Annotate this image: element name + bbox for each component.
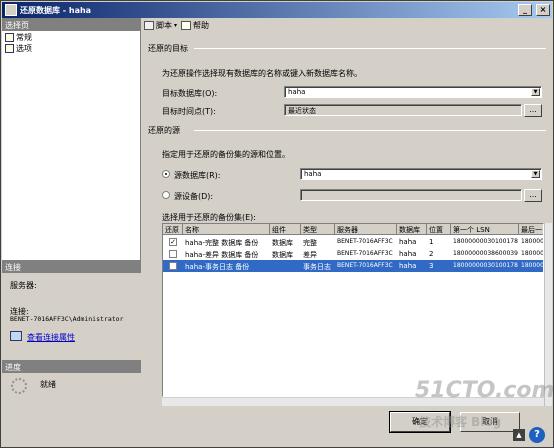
restore-checkbox[interactable] [169,262,177,270]
backup-sets-label: 选择用于还原的备份集(E): [162,213,256,222]
page-icon [5,44,14,53]
table-cell: haha [399,250,417,258]
column-header[interactable]: 数据库 [397,224,427,235]
table-cell: 2 [429,250,434,258]
help-label: 帮助 [193,20,210,30]
chevron-down-icon: ▾ [174,21,178,29]
from-device-field [300,189,522,201]
table-cell: BENET-7016AFF3C [337,262,393,269]
view-connection-properties-link[interactable]: 查看连接属性 [27,332,75,343]
table-cell: haha-完整 数据库 备份 [185,239,259,247]
connection-header: 连接 [2,260,141,273]
backup-sets-grid: 还原 名称 组件 类型 服务器 数据库 位置 第一个 LSN 最后一 ✓ hah… [162,223,544,397]
grip-icon: ▲ [513,429,525,441]
source-divider [194,130,546,131]
column-header[interactable]: 服务器 [335,224,397,235]
from-device-browse-button[interactable]: ... [524,189,542,202]
column-header[interactable]: 名称 [183,224,270,235]
chevron-down-icon[interactable]: ▼ [531,88,540,96]
script-icon [144,20,154,30]
toolbar: 脚本 ▾ 帮助 [142,18,553,32]
nav-item-options[interactable]: 选项 [5,43,32,54]
from-database-combo[interactable]: haha ▼ [300,168,542,180]
destination-description: 为还原操作选择现有数据库的名称或键入新数据库名称。 [162,69,362,78]
target-time-label: 目标时间点(T): [162,107,216,116]
table-cell [270,260,301,272]
progress-status: 就绪 [40,380,56,389]
help-circle-icon[interactable]: ? [529,427,545,443]
table-cell: 180000 [521,238,544,245]
target-time-value: 最近状态 [288,107,316,115]
restore-checkbox[interactable]: ✓ [169,238,177,246]
table-cell: 完整 [303,239,317,247]
connection-section: 连接 服务器: 连接: BENET-7016AFF3C\Administrato… [2,260,141,360]
close-button[interactable]: × [536,4,550,16]
from-device-label: 源设备(D): [174,192,214,201]
column-header[interactable]: 最后一 [519,224,543,235]
watermark-logo: 51CTO.com [415,378,554,403]
script-label: 脚本 [156,20,172,30]
progress-spinner-icon [11,378,27,394]
column-header[interactable]: 第一个 LSN [451,224,519,235]
destination-divider [194,48,546,49]
table-cell: 180000 [521,262,544,269]
table-cell: BENET-7016AFF3C [337,238,393,245]
table-cell: 18000000038600039 [453,250,518,257]
target-time-browse-button[interactable]: ... [524,104,542,117]
column-header[interactable]: 位置 [427,224,451,235]
table-cell: 3 [429,262,434,270]
table-cell: 差异 [303,251,317,259]
column-header[interactable]: 类型 [301,224,335,235]
target-database-combo[interactable]: haha ▼ [284,86,542,98]
table-cell: 事务日志 [303,263,331,271]
table-cell: 180000 [521,250,544,257]
table-cell: 1 [429,238,434,246]
connection-properties-icon [10,331,22,341]
page-icon [5,33,14,42]
progress-section: 进度 就绪 [2,360,141,447]
table-row[interactable]: haha-事务日志 备份 事务日志 BENET-7016AFF3C haha 3… [163,260,544,272]
restore-checkbox[interactable] [169,250,177,258]
table-cell: 18000000030100178 [453,262,518,269]
watermark-subtitle: 技术博客 Blog [419,415,502,429]
help-button[interactable]: 帮助 [181,20,209,31]
table-row[interactable]: haha-差异 数据库 备份 数据库 差异 BENET-7016AFF3C ha… [163,248,544,260]
column-header[interactable]: 还原 [163,224,183,235]
window-title: 还原数据库 - haha [20,6,92,15]
target-time-field: 最近状态 [284,104,522,116]
destination-group-label: 还原的目标 [148,44,188,53]
select-page-header: 选择页 [2,18,141,31]
nav-item-label: 常规 [16,33,32,42]
from-database-label: 源数据库(R): [174,171,221,180]
table-cell: 数据库 [272,239,293,247]
source-description: 指定用于还原的备份集的源和位置。 [162,150,290,159]
progress-header: 进度 [2,360,141,373]
chevron-down-icon[interactable]: ▼ [531,170,540,178]
table-cell: haha [399,262,417,270]
from-database-radio[interactable] [162,170,170,178]
server-label: 服务器: [10,281,37,290]
table-row[interactable]: ✓ haha-完整 数据库 备份 数据库 完整 BENET-7016AFF3C … [163,236,544,248]
connection-value: BENET-7016AFF3C\Administrator [10,315,124,323]
table-cell: haha-事务日志 备份 [185,263,250,271]
source-group-label: 还原的源 [148,126,180,135]
from-database-value: haha [304,170,322,178]
from-device-radio[interactable] [162,191,170,199]
script-button[interactable]: 脚本 ▾ [144,20,177,31]
nav-item-general[interactable]: 常规 [5,32,32,43]
table-cell: 数据库 [272,251,293,259]
database-app-icon [5,4,17,16]
title-bar[interactable]: 还原数据库 - haha _ × [2,2,552,18]
nav-item-label: 选项 [16,44,32,53]
table-cell: haha [399,238,417,246]
table-cell: BENET-7016AFF3C [337,250,393,257]
column-header[interactable]: 组件 [270,224,301,235]
table-cell: haha-差异 数据库 备份 [185,251,259,259]
restore-database-dialog: 还原数据库 - haha _ × 选择页 常规 选项 连接 服务器: 连接: B… [0,0,554,448]
table-cell: 18000000030100178 [453,238,518,245]
target-database-value: haha [288,88,306,96]
target-database-label: 目标数据库(O): [162,89,218,98]
minimize-button[interactable]: _ [518,4,532,16]
help-icon [181,20,192,30]
